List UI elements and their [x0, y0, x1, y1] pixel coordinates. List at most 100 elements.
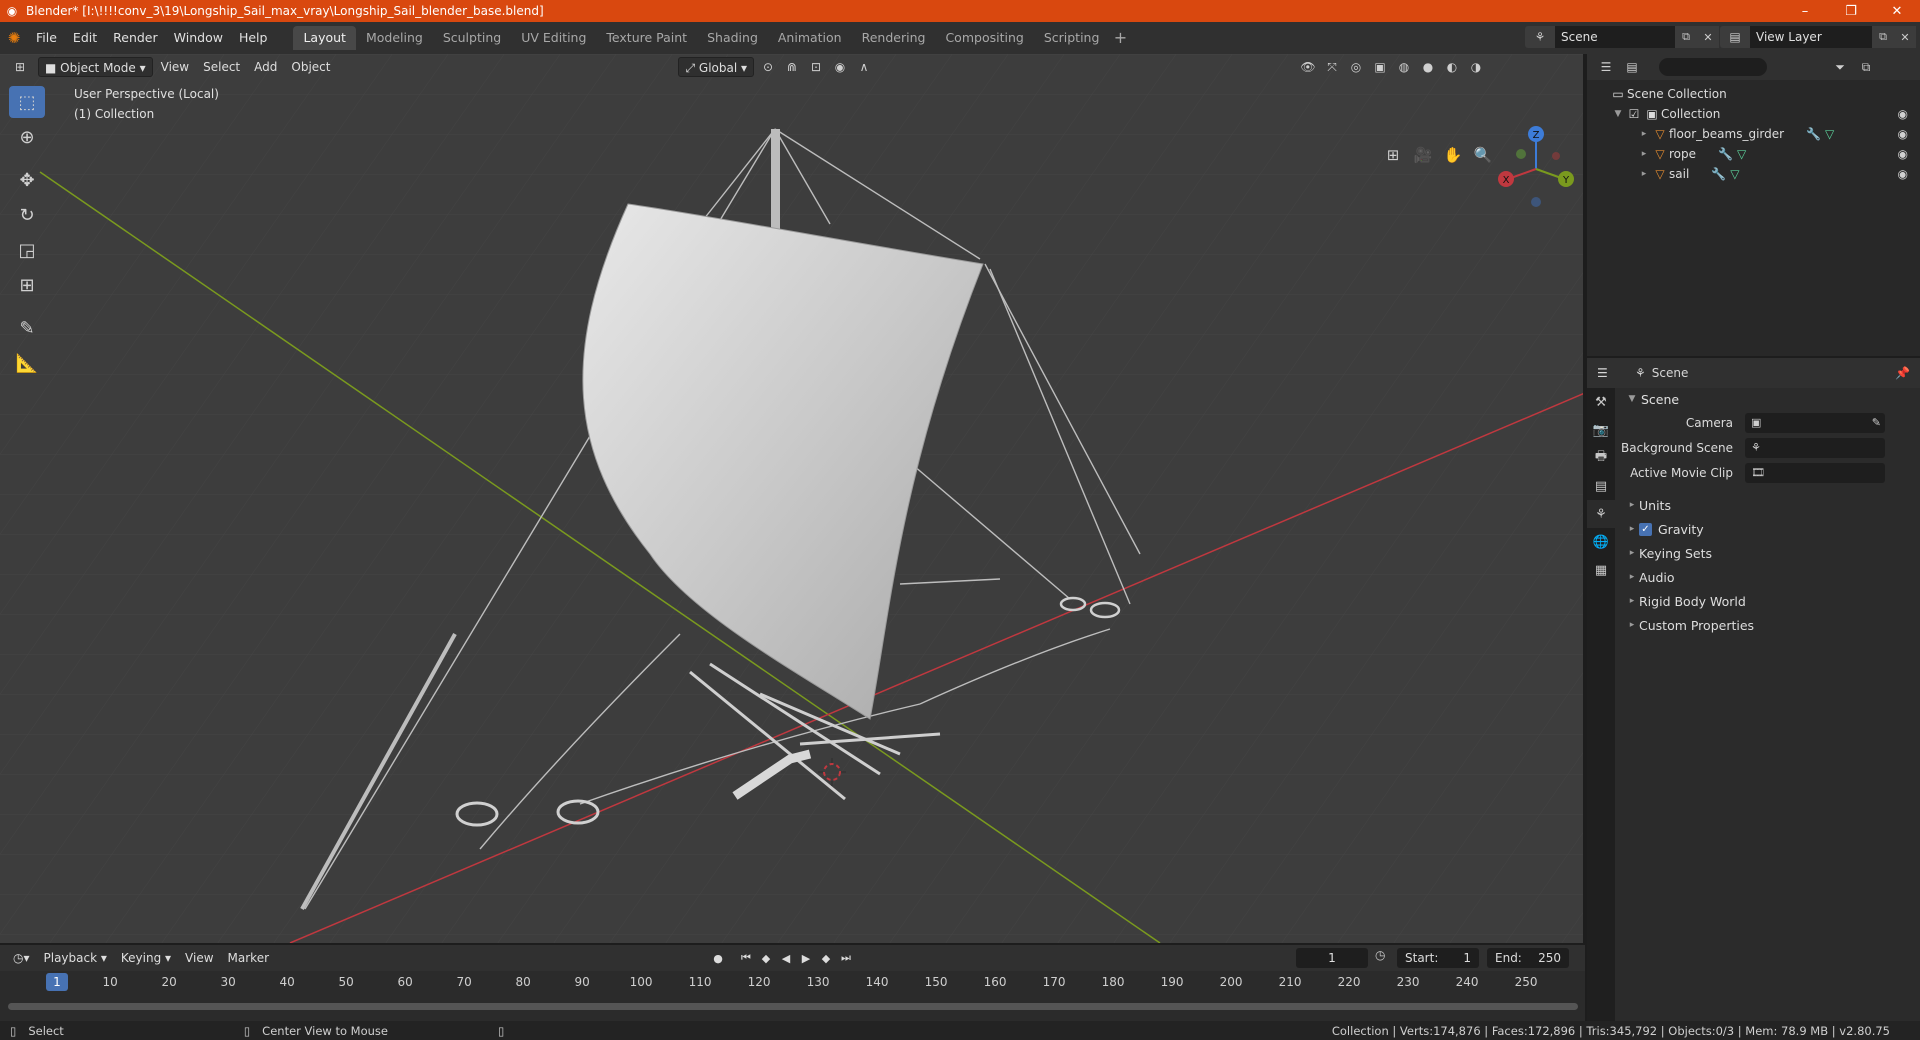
- editor-type-icon[interactable]: ⊞: [8, 57, 32, 77]
- new-scene-icon[interactable]: ⧉: [1675, 26, 1697, 48]
- timeline-scrollbar[interactable]: [8, 1003, 1578, 1010]
- timeline-menu-view[interactable]: View: [178, 951, 220, 965]
- mesh-data-icon[interactable]: ▽: [1730, 167, 1739, 181]
- menu-file[interactable]: File: [28, 26, 65, 50]
- view-layer-name-field[interactable]: View Layer: [1750, 26, 1872, 48]
- outliner-collection-row[interactable]: ▼ ☑ ▣ Collection ◉: [1587, 104, 1920, 124]
- tab-texture-paint[interactable]: Texture Paint: [596, 26, 697, 50]
- expand-icon[interactable]: ▸: [1637, 149, 1651, 159]
- viewport-menu-add[interactable]: Add: [248, 57, 283, 77]
- eyedropper-icon[interactable]: ✎: [1872, 416, 1881, 429]
- eye-icon[interactable]: ◉: [1898, 127, 1908, 141]
- camera-field[interactable]: ▣ ✎: [1745, 412, 1885, 433]
- output-tab-icon[interactable]: 🖶: [1587, 444, 1615, 472]
- eye-icon[interactable]: ◉: [1898, 167, 1908, 181]
- wireframe-shading-icon[interactable]: ◍: [1392, 57, 1416, 77]
- collapse-icon[interactable]: ▼: [1611, 109, 1625, 119]
- mesh-data-icon[interactable]: ▽: [1737, 147, 1746, 161]
- tab-sculpting[interactable]: Sculpting: [433, 26, 511, 50]
- scene-panel-header[interactable]: ▼ Scene: [1617, 388, 1920, 410]
- modifier-icon[interactable]: 🔧: [1806, 127, 1821, 141]
- modifier-icon[interactable]: 🔧: [1711, 167, 1726, 181]
- new-view-layer-icon[interactable]: ⧉: [1872, 26, 1894, 48]
- outliner-scene-collection[interactable]: ▭ Scene Collection: [1587, 84, 1920, 104]
- mesh-data-icon[interactable]: ▽: [1825, 127, 1834, 141]
- prev-keyframe-icon[interactable]: ◆: [756, 948, 776, 968]
- gizmo-toggle-icon[interactable]: ⤧: [1320, 57, 1344, 77]
- select-box-tool-icon[interactable]: ⬚: [9, 86, 45, 118]
- expand-icon[interactable]: ▸: [1637, 169, 1651, 179]
- current-frame-field[interactable]: 1: [1296, 948, 1368, 968]
- clock-icon[interactable]: ◷: [1375, 948, 1385, 962]
- timeline-ruler[interactable]: 1 10 20 30 40 50 60 70 80 90 100 110 120 130 140 150 160…: [0, 971, 1585, 993]
- view-layer-selector[interactable]: ▤ View Layer ⧉ ✕: [1720, 26, 1916, 48]
- menu-render[interactable]: Render: [105, 26, 166, 50]
- camera-view-icon[interactable]: 🎥: [1408, 140, 1438, 170]
- xray-icon[interactable]: ▣: [1368, 57, 1392, 77]
- tab-uv-editing[interactable]: UV Editing: [511, 26, 596, 50]
- record-icon[interactable]: ●: [708, 948, 728, 968]
- audio-panel[interactable]: ▸ Audio: [1617, 565, 1920, 589]
- snap-icon[interactable]: ⋒: [780, 57, 804, 77]
- navigation-gizmo[interactable]: Z X Y: [1496, 124, 1576, 214]
- menu-window[interactable]: Window: [166, 26, 231, 50]
- ortho-toggle-icon[interactable]: ⊞: [1378, 140, 1408, 170]
- add-workspace-icon[interactable]: +: [1109, 26, 1131, 50]
- tab-scripting[interactable]: Scripting: [1034, 26, 1110, 50]
- cursor-tool-icon[interactable]: ⊕: [9, 121, 45, 153]
- pan-view-icon[interactable]: ✋: [1438, 140, 1468, 170]
- mode-dropdown[interactable]: ■ Object Mode ▾: [38, 57, 153, 77]
- view-layer-tab-icon[interactable]: ▤: [1587, 472, 1615, 500]
- eye-icon[interactable]: ◉: [1898, 107, 1908, 121]
- texture-tab-icon[interactable]: ▦: [1587, 556, 1615, 584]
- blender-logo-icon[interactable]: ✺: [0, 26, 28, 50]
- solid-shading-icon[interactable]: ●: [1416, 57, 1440, 77]
- delete-scene-icon[interactable]: ✕: [1697, 26, 1719, 48]
- minimize-button[interactable]: –: [1782, 0, 1828, 22]
- viewport-menu-select[interactable]: Select: [197, 57, 246, 77]
- material-shading-icon[interactable]: ◐: [1440, 57, 1464, 77]
- scale-tool-icon[interactable]: ◲: [9, 234, 45, 266]
- expand-icon[interactable]: ▸: [1625, 548, 1639, 558]
- custom-properties-panel[interactable]: ▸ Custom Properties: [1617, 613, 1920, 637]
- viewport-menu-object[interactable]: Object: [285, 57, 336, 77]
- expand-icon[interactable]: ▸: [1625, 524, 1639, 534]
- pin-icon[interactable]: 📌: [1895, 366, 1910, 380]
- jump-end-icon[interactable]: ⏭: [836, 948, 856, 968]
- scene-tab-icon[interactable]: ⚘: [1587, 500, 1615, 528]
- collapse-icon[interactable]: ▼: [1625, 394, 1639, 404]
- pivot-point-icon[interactable]: ⊙: [756, 57, 780, 77]
- rotate-tool-icon[interactable]: ↻: [9, 199, 45, 231]
- tab-shading[interactable]: Shading: [697, 26, 768, 50]
- rigid-body-world-panel[interactable]: ▸ Rigid Body World: [1617, 589, 1920, 613]
- end-frame-field[interactable]: End: 250: [1487, 948, 1569, 968]
- timeline-current-frame-marker[interactable]: 1: [46, 973, 68, 991]
- measure-tool-icon[interactable]: 📐: [9, 347, 45, 379]
- world-tab-icon[interactable]: 🌐: [1587, 528, 1615, 556]
- gravity-panel[interactable]: ▸ ✓ Gravity: [1617, 517, 1920, 541]
- expand-icon[interactable]: ▸: [1625, 620, 1639, 630]
- outliner-editor-type-icon[interactable]: ☰: [1593, 57, 1619, 77]
- zoom-view-icon[interactable]: 🔍: [1468, 140, 1498, 170]
- falloff-icon[interactable]: ∧: [852, 57, 876, 77]
- snap-target-icon[interactable]: ⊡: [804, 57, 828, 77]
- scene-selector[interactable]: ⚘ Scene ⧉ ✕: [1525, 26, 1719, 48]
- tab-animation[interactable]: Animation: [768, 26, 852, 50]
- play-icon[interactable]: ▶: [796, 948, 816, 968]
- tab-compositing[interactable]: Compositing: [935, 26, 1033, 50]
- expand-icon[interactable]: ▸: [1637, 129, 1651, 139]
- scene-name-field[interactable]: Scene: [1555, 26, 1675, 48]
- checkbox-icon[interactable]: ☑: [1625, 107, 1643, 121]
- start-frame-field[interactable]: Start: 1: [1397, 948, 1479, 968]
- proportional-edit-icon[interactable]: ◉: [828, 57, 852, 77]
- timeline-menu-playback[interactable]: Playback ▾: [37, 951, 114, 965]
- display-mode-icon[interactable]: ▤: [1619, 57, 1645, 77]
- play-reverse-icon[interactable]: ◀: [776, 948, 796, 968]
- render-tab-icon[interactable]: 📷: [1587, 416, 1615, 444]
- gravity-checkbox[interactable]: ✓: [1639, 522, 1652, 536]
- tool-tab-icon[interactable]: ⚒: [1587, 388, 1615, 416]
- outliner-object-row[interactable]: ▸ ▽ rope 🔧 ▽ ◉: [1587, 144, 1920, 164]
- outliner-object-row[interactable]: ▸ ▽ floor_beams_girder 🔧 ▽ ◉: [1587, 124, 1920, 144]
- tab-rendering[interactable]: Rendering: [852, 26, 936, 50]
- outliner-search-input[interactable]: [1659, 58, 1767, 76]
